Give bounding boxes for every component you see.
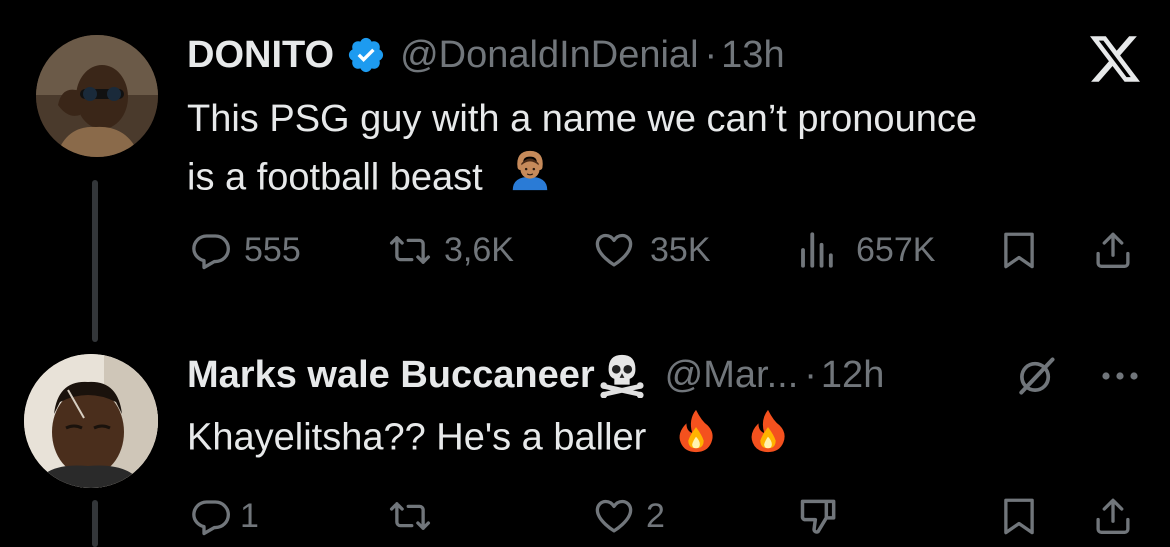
reply-display-name[interactable]: Marks wale Buccaneer [187, 354, 595, 397]
fire-emoji-2 [745, 408, 791, 471]
skull-crossbones-icon [600, 354, 644, 399]
tweet-text-line-2: is a football beast [187, 148, 1147, 211]
reply-reply-count: 1 [240, 496, 259, 535]
avatar[interactable] [36, 35, 158, 157]
reply-repost-button[interactable] [386, 494, 434, 538]
reply-share-button[interactable] [1092, 494, 1134, 538]
reply-like-button[interactable]: 2 [592, 494, 665, 538]
reply-text: Khayelitsha?? He's a baller [187, 408, 791, 471]
skull-crossbones-emoji [599, 352, 645, 399]
person-gesturing-ok-emoji [507, 148, 553, 211]
repost-button[interactable]: 3,6K [386, 228, 514, 272]
reply-separator-dot: · [804, 353, 817, 396]
more-options-button[interactable] [1098, 366, 1142, 386]
reply-reply-button[interactable]: 1 [190, 494, 259, 538]
reply-count: 555 [244, 230, 301, 269]
fire-icon [679, 409, 713, 453]
heart-icon [595, 233, 633, 267]
reply-button[interactable]: 555 [190, 228, 301, 272]
like-count: 35K [650, 230, 711, 269]
grok-logo-icon [1019, 357, 1055, 395]
reply-avatar-image [24, 354, 158, 488]
views-chart-icon [801, 232, 833, 268]
repost-icon [389, 236, 431, 264]
x-logo-icon[interactable] [1086, 34, 1144, 84]
share-icon [1096, 498, 1130, 534]
reply-icon [192, 500, 230, 536]
thread-line-bottom [92, 500, 98, 547]
tweet-text-line-2-text: is a football beast [187, 156, 483, 199]
share-icon [1096, 232, 1130, 268]
reply-avatar[interactable] [24, 354, 158, 488]
reply-text-content: Khayelitsha?? He's a baller [187, 416, 647, 459]
like-button[interactable]: 35K [592, 228, 711, 272]
fire-emoji-1 [673, 408, 719, 471]
thumbs-down-icon [800, 499, 836, 534]
tweet-header: DONITO @DonaldInDenial · 13h [187, 30, 785, 80]
share-button[interactable] [1092, 228, 1134, 272]
reply-icon [192, 234, 230, 270]
handle[interactable]: @DonaldInDenial [400, 34, 698, 77]
thread-line-top [92, 180, 98, 342]
timestamp[interactable]: 13h [721, 34, 784, 77]
bookmark-icon [1004, 498, 1034, 535]
views-count: 657K [856, 230, 936, 269]
avatar-image [36, 35, 158, 157]
reply-handle[interactable]: @Mar... [665, 354, 799, 397]
views-button[interactable]: 657K [796, 228, 935, 272]
heart-icon [595, 499, 633, 533]
verified-badge-icon [346, 35, 386, 75]
repost-count: 3,6K [444, 230, 514, 269]
separator-dot: · [704, 33, 718, 76]
reply-like-count: 2 [646, 496, 665, 535]
bookmark-button[interactable] [998, 228, 1040, 272]
fire-icon [752, 409, 786, 453]
bookmark-icon [1004, 232, 1034, 269]
reply-timestamp[interactable]: 12h [821, 354, 884, 397]
repost-icon [389, 502, 431, 530]
person-gesturing-ok-icon [513, 150, 548, 191]
grok-icon[interactable] [1014, 354, 1058, 398]
tweet-text-line-1: This PSG guy with a name we can’t pronou… [187, 98, 977, 140]
dislike-button[interactable] [796, 494, 842, 538]
reply-bookmark-button[interactable] [998, 494, 1040, 538]
display-name[interactable]: DONITO [187, 34, 334, 77]
tweet-text: This PSG guy with a name we can’t pronou… [187, 90, 1147, 211]
more-dots-icon [1102, 372, 1138, 380]
reply-header: Marks wale Buccaneer @Mar... · 12h [187, 350, 884, 400]
